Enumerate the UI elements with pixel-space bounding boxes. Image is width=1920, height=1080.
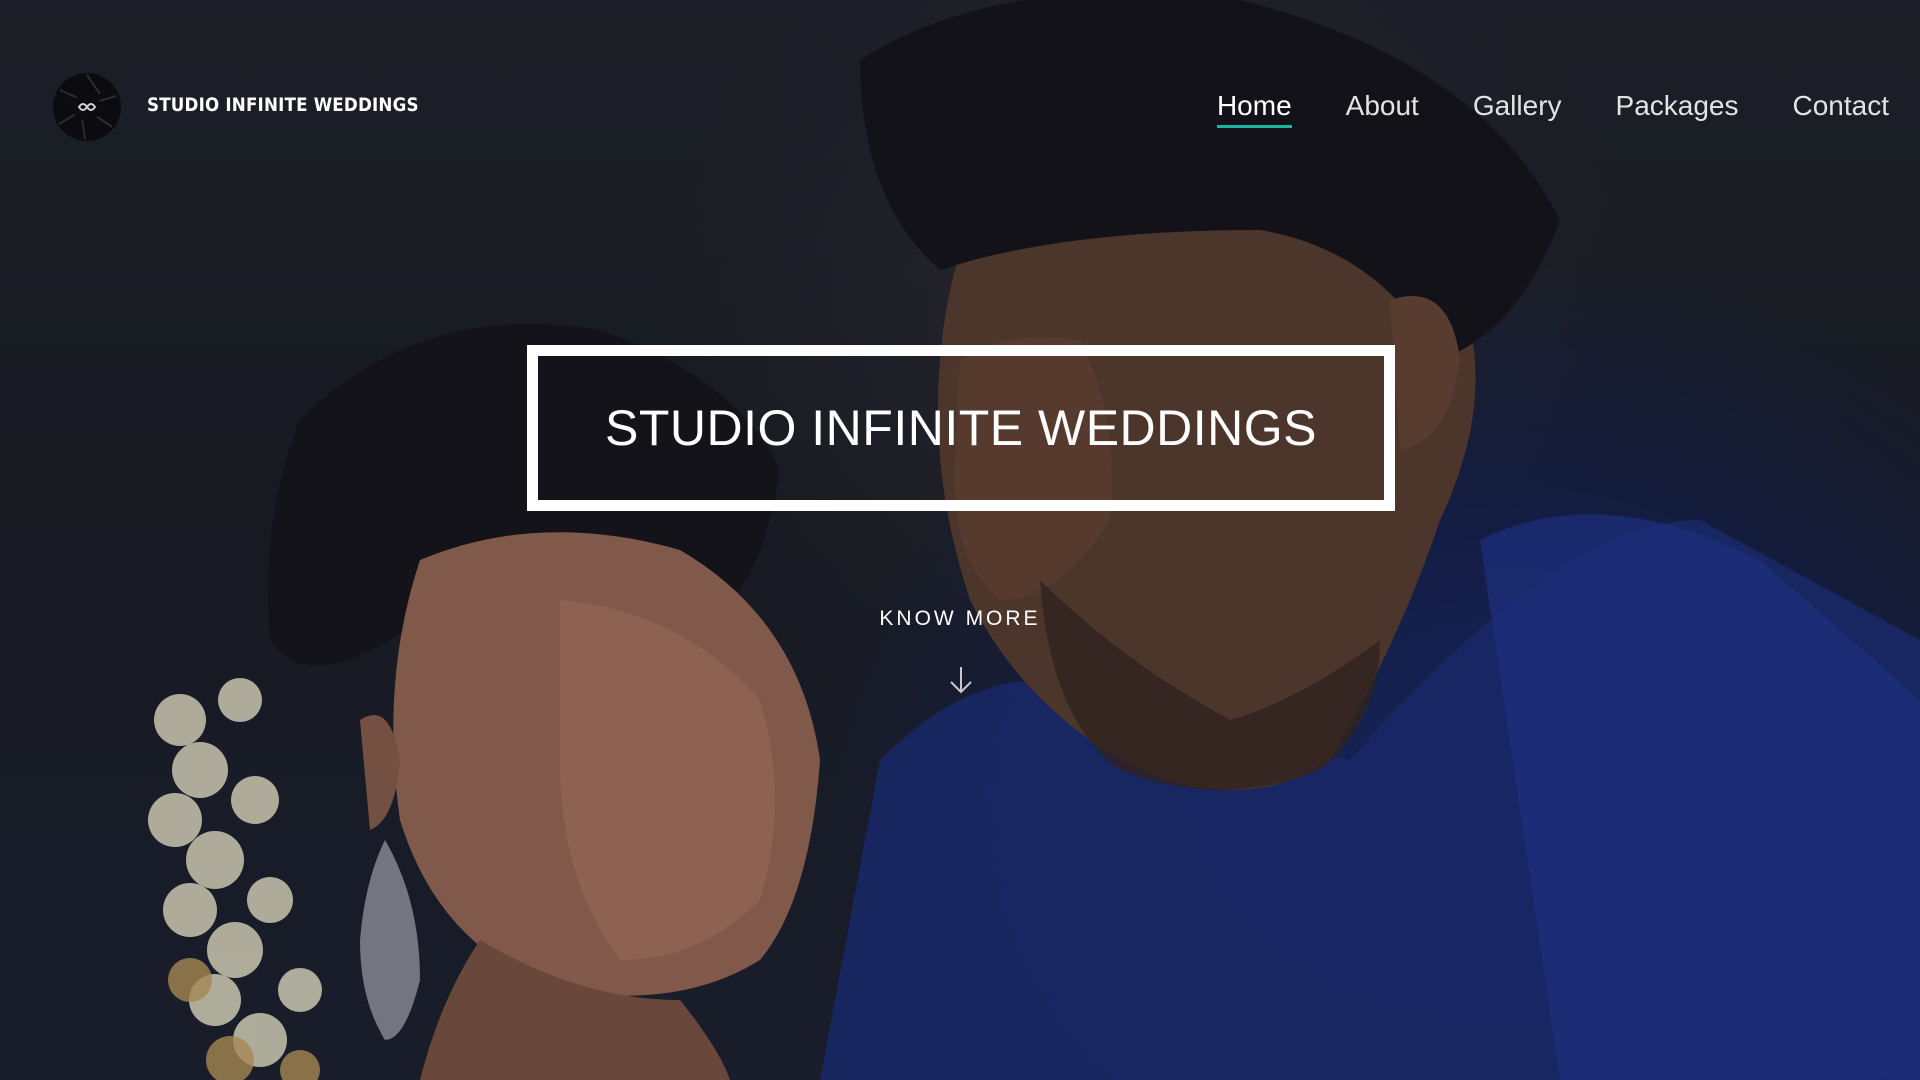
brand-name[interactable]: STUDIO INFINITE WEDDINGS [147,94,419,116]
hero-dark-overlay [0,0,1920,1080]
nav-about[interactable]: About [1346,90,1419,128]
infinity-aperture-logo-icon[interactable] [52,72,122,142]
hero-section [0,0,1920,1080]
nav-packages[interactable]: Packages [1616,90,1739,128]
arrow-down-icon[interactable] [948,665,974,695]
main-nav: Home About Gallery Packages Contact [1216,90,1890,128]
hero-title-box: STUDIO INFINITE WEDDINGS [527,345,1395,511]
nav-contact[interactable]: Contact [1793,90,1890,128]
know-more-link[interactable]: KNOW MORE [0,607,1920,631]
nav-home[interactable]: Home [1216,90,1292,128]
hero-title: STUDIO INFINITE WEDDINGS [605,400,1317,456]
nav-gallery[interactable]: Gallery [1473,90,1562,128]
